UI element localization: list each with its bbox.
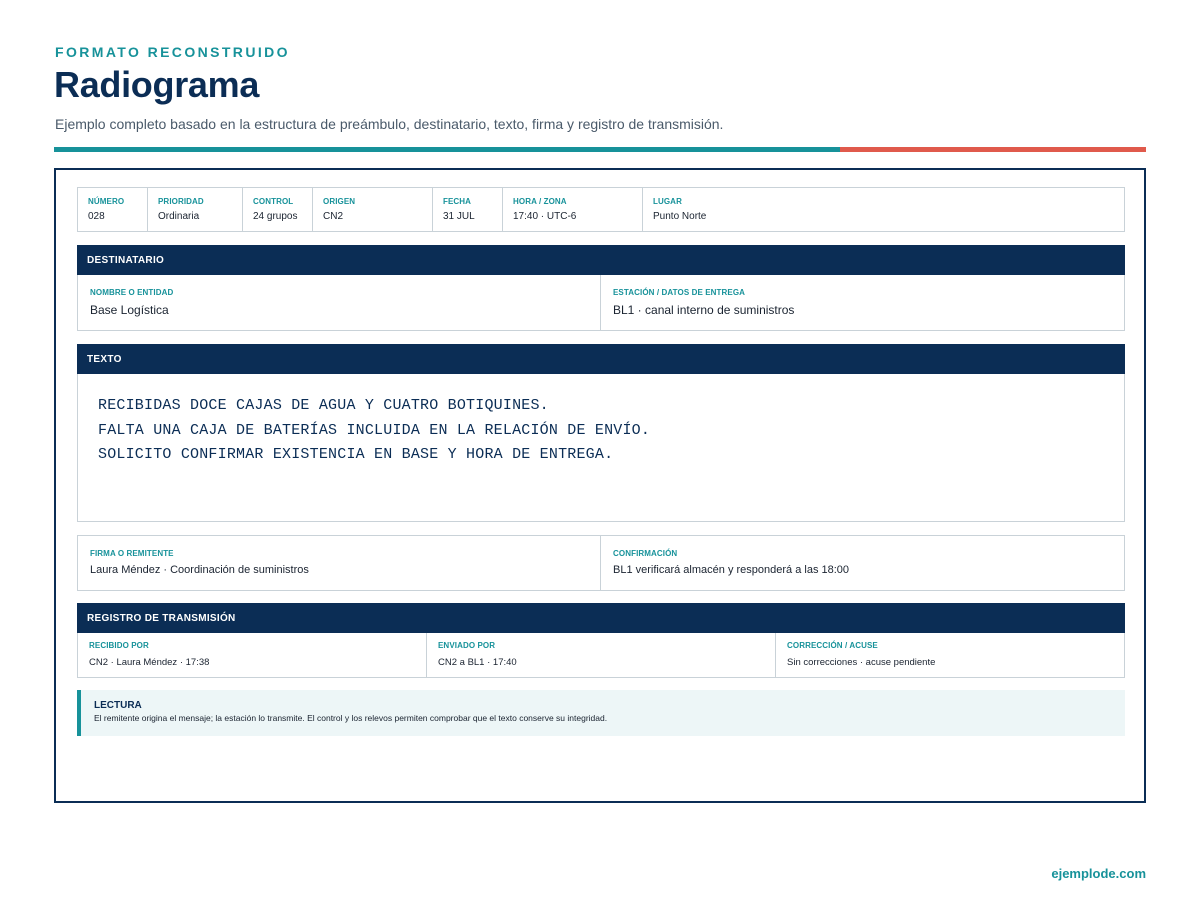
field-value: CN2 · Laura Méndez · 17:38: [89, 657, 210, 668]
preamble-grid: NÚMERO 028 PRIORIDAD Ordinaria CONTROL 2…: [77, 187, 1125, 232]
footer-site-link[interactable]: ejemplode.com: [1051, 866, 1146, 881]
destinatario-entity: NOMBRE O ENTIDAD Base Logística: [78, 275, 601, 330]
field-label: ENVIADO POR: [438, 641, 496, 650]
preamble-label: PRIORIDAD: [158, 197, 204, 206]
destinatario-station: ESTACIÓN / DATOS DE ENTREGA BL1 · canal …: [601, 275, 1124, 330]
divider-teal-segment: [54, 147, 840, 152]
field-label: CONFIRMACIÓN: [613, 549, 678, 558]
preamble-label: HORA / ZONA: [513, 197, 567, 206]
firma-fields: FIRMA O REMITENTE Laura Méndez · Coordin…: [77, 535, 1125, 591]
registro-received: RECIBIDO POR CN2 · Laura Méndez · 17:38: [78, 633, 427, 677]
field-label: NOMBRE O ENTIDAD: [90, 288, 174, 297]
preamble-value: Ordinaria: [158, 211, 200, 222]
registro-correction: CORRECCIÓN / ACUSE Sin correcciones · ac…: [776, 633, 1124, 677]
message-line: SOLICITO CONFIRMAR EXISTENCIA EN BASE Y …: [98, 446, 614, 463]
preamble-label: FECHA: [443, 197, 472, 206]
note-text: El remitente origina el mensaje; la esta…: [94, 713, 608, 723]
field-value: CN2 a BL1 · 17:40: [438, 657, 517, 668]
header-divider: [54, 147, 1146, 152]
destinatario-fields: NOMBRE O ENTIDAD Base Logística ESTACIÓN…: [77, 275, 1125, 331]
preamble-label: NÚMERO: [88, 197, 125, 206]
preamble-hora-zona: HORA / ZONA 17:40 · UTC-6: [503, 188, 643, 231]
lectura-note: LECTURA El remitente origina el mensaje;…: [77, 690, 1125, 736]
field-label: ESTACIÓN / DATOS DE ENTREGA: [613, 288, 746, 297]
preamble-label: CONTROL: [253, 197, 294, 206]
field-value: BL1 · canal interno de suministros: [613, 303, 795, 317]
field-value: Sin correcciones · acuse pendiente: [787, 657, 936, 668]
preamble-control: CONTROL 24 grupos: [243, 188, 313, 231]
field-label: FIRMA O REMITENTE: [90, 549, 174, 558]
field-label: CORRECCIÓN / ACUSE: [787, 641, 878, 650]
registro-fields: RECIBIDO POR CN2 · Laura Méndez · 17:38 …: [77, 633, 1125, 678]
note-title: LECTURA: [94, 700, 142, 711]
preamble-value: 028: [88, 211, 105, 222]
message-line: FALTA UNA CAJA DE BATERÍAS INCLUIDA EN L…: [98, 421, 651, 439]
section-destinatario-header: DESTINATARIO: [77, 245, 1125, 275]
preamble-value: 31 JUL: [443, 211, 475, 222]
preamble-value: 24 grupos: [253, 211, 298, 222]
divider-red-segment: [840, 147, 1146, 152]
preamble-label: LUGAR: [653, 197, 682, 206]
page-subtitle: Ejemplo completo basado en la estructura…: [55, 116, 724, 132]
radiogram-form: NÚMERO 028 PRIORIDAD Ordinaria CONTROL 2…: [54, 168, 1146, 803]
preamble-lugar: LUGAR Punto Norte: [643, 188, 1124, 231]
message-text-box: RECIBIDAS DOCE CAJAS DE AGUA Y CUATRO BO…: [77, 374, 1125, 522]
firma-confirmation: CONFIRMACIÓN BL1 verificará almacén y re…: [601, 536, 1124, 590]
preamble-origen: ORIGEN CN2: [313, 188, 433, 231]
preamble-value: 17:40 · UTC-6: [513, 211, 577, 222]
section-texto-header: TEXTO: [77, 344, 1125, 374]
field-value: Laura Méndez · Coordinación de suministr…: [90, 564, 309, 576]
field-label: RECIBIDO POR: [89, 641, 149, 650]
page-title: Radiograma: [54, 64, 260, 105]
preamble-value: CN2: [323, 211, 344, 222]
registro-sent: ENVIADO POR CN2 a BL1 · 17:40: [427, 633, 776, 677]
preamble-numero: NÚMERO 028: [78, 188, 148, 231]
message-line: RECIBIDAS DOCE CAJAS DE AGUA Y CUATRO BO…: [98, 397, 549, 414]
page-kicker: FORMATO RECONSTRUIDO: [55, 44, 290, 60]
preamble-label: ORIGEN: [323, 197, 356, 206]
preamble-fecha: FECHA 31 JUL: [433, 188, 503, 231]
field-value: BL1 verificará almacén y responderá a la…: [613, 564, 850, 576]
preamble-value: Punto Norte: [653, 211, 707, 222]
field-value: Base Logística: [90, 303, 169, 317]
preamble-prioridad: PRIORIDAD Ordinaria: [148, 188, 243, 231]
section-registro-header: REGISTRO DE TRANSMISIÓN: [77, 603, 1125, 633]
firma-sender: FIRMA O REMITENTE Laura Méndez · Coordin…: [78, 536, 601, 590]
